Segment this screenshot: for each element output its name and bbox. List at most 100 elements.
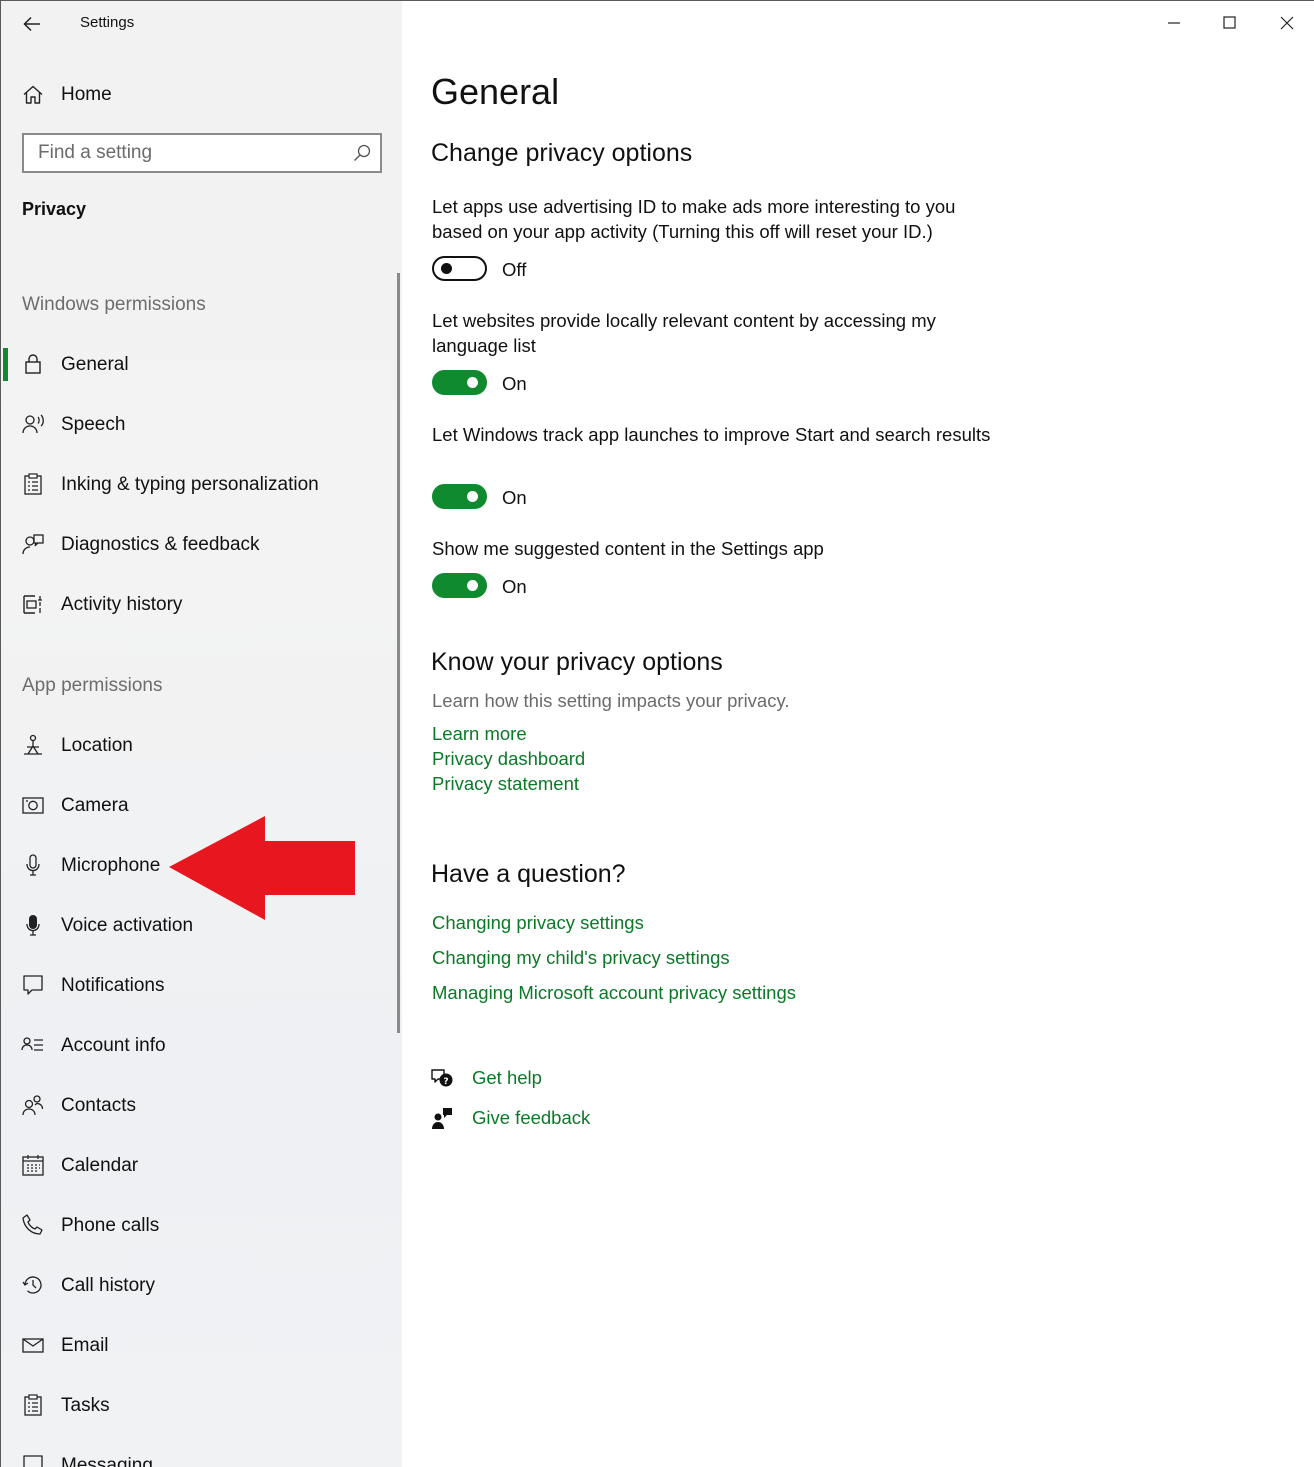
changing-privacy-settings-link[interactable]: Changing privacy settings: [432, 912, 644, 934]
minimize-icon: [1168, 22, 1180, 24]
close-icon: [1280, 16, 1294, 30]
search-icon[interactable]: [352, 143, 372, 163]
sidebar-item-label: Activity history: [61, 594, 183, 615]
activity-history-icon: [23, 595, 42, 614]
sidebar-item-label: Diagnostics & feedback: [61, 534, 260, 555]
clipboard-icon: [24, 473, 42, 495]
sidebar-item-call-history[interactable]: Call history: [1, 1261, 397, 1311]
know-privacy-header: Know your privacy options: [431, 648, 723, 676]
svg-text:?: ?: [443, 1077, 448, 1087]
toggle-state-label: On: [502, 373, 527, 394]
sidebar-item-label: Microphone: [61, 855, 161, 876]
give-feedback-label: Give feedback: [472, 1107, 591, 1128]
change-privacy-header: Change privacy options: [431, 139, 693, 167]
app-permissions-header: App permissions: [22, 675, 163, 696]
notifications-icon: [23, 975, 43, 995]
home-label: Home: [61, 84, 112, 105]
messaging-icon: [23, 1455, 43, 1467]
voice-activation-icon: [26, 915, 40, 936]
sidebar-item-speech[interactable]: Speech: [1, 400, 397, 450]
sidebar-item-notifications[interactable]: Notifications: [1, 961, 397, 1011]
language-list-toggle[interactable]: [432, 370, 487, 395]
search-input[interactable]: [24, 135, 344, 171]
settings-window: Settings Home Privacy Windows permission…: [0, 0, 1314, 1467]
sidebar-item-account-info[interactable]: Account info: [1, 1021, 397, 1071]
calendar-icon: [22, 1155, 44, 1176]
microphone-icon: [26, 854, 40, 876]
sidebar-item-diagnostics[interactable]: Diagnostics & feedback: [1, 520, 397, 570]
sidebar-item-activity-history[interactable]: Activity history: [1, 580, 397, 630]
call-history-icon: [22, 1276, 42, 1294]
toggle-state-label: Off: [502, 259, 527, 280]
sidebar-item-label: Location: [61, 735, 133, 756]
sidebar-item-label: Speech: [61, 414, 126, 435]
windows-permissions-header: Windows permissions: [22, 294, 206, 315]
page-title: General: [431, 71, 560, 112]
sidebar-item-label: Contacts: [61, 1095, 136, 1116]
give-feedback-icon: [432, 1108, 452, 1129]
title-bar: Settings: [1, 1, 402, 46]
sidebar-item-email[interactable]: Email: [1, 1321, 397, 1371]
contacts-icon: [22, 1095, 44, 1116]
setting-description: Show me suggested content in the Setting…: [432, 538, 824, 559]
sidebar-item-label: Phone calls: [61, 1215, 160, 1236]
sidebar: Settings Home Privacy Windows permission…: [1, 1, 402, 1467]
camera-icon: [22, 797, 44, 814]
get-help-label: Get help: [472, 1067, 542, 1088]
toggle-knob: [467, 491, 478, 502]
sidebar-item-label: Call history: [61, 1275, 155, 1296]
setting-description: Let Windows track app launches to improv…: [432, 424, 991, 445]
sidebar-item-label: Calendar: [61, 1155, 139, 1176]
question-header: Have a question?: [431, 860, 626, 888]
sidebar-item-label: Notifications: [61, 975, 165, 996]
toggle-knob: [467, 580, 478, 591]
privacy-dashboard-link[interactable]: Privacy dashboard: [432, 748, 585, 770]
sidebar-item-label: Camera: [61, 795, 129, 816]
sidebar-item-location[interactable]: Location: [1, 721, 397, 771]
account-info-icon: [21, 1037, 43, 1051]
location-icon: [24, 734, 42, 755]
sidebar-item-inking-typing[interactable]: Inking & typing personalization: [1, 460, 397, 510]
back-arrow-icon: [23, 16, 40, 32]
sidebar-item-tasks[interactable]: Tasks: [1, 1381, 397, 1431]
sidebar-item-general[interactable]: General: [1, 340, 397, 390]
sidebar-item-messaging[interactable]: Messaging: [1, 1441, 397, 1467]
sidebar-item-contacts[interactable]: Contacts: [1, 1081, 397, 1131]
search-box[interactable]: [22, 133, 382, 173]
sidebar-scrollbar[interactable]: [397, 273, 400, 1033]
sidebar-item-phone-calls[interactable]: Phone calls: [1, 1201, 397, 1251]
phone-icon: [22, 1214, 43, 1235]
sidebar-item-label: Tasks: [61, 1395, 110, 1416]
tasks-icon: [24, 1394, 42, 1416]
microsoft-account-privacy-link[interactable]: Managing Microsoft account privacy setti…: [432, 982, 796, 1004]
sidebar-item-calendar[interactable]: Calendar: [1, 1141, 397, 1191]
sidebar-item-label: Messaging: [61, 1455, 153, 1467]
sidebar-item-label: Account info: [61, 1035, 166, 1056]
minimize-button[interactable]: [1146, 1, 1202, 45]
app-launch-tracking-toggle[interactable]: [432, 484, 487, 509]
lock-icon: [25, 354, 41, 374]
setting-description: Let websites provide locally relevant co…: [432, 310, 936, 356]
toggle-knob: [467, 377, 478, 388]
toggle-state-label: On: [502, 576, 527, 597]
toggle-state-label: On: [502, 487, 527, 508]
app-title: Settings: [80, 14, 135, 31]
section-title: Privacy: [22, 199, 87, 219]
close-button[interactable]: [1259, 1, 1314, 45]
maximize-icon: [1223, 16, 1236, 29]
maximize-button[interactable]: [1202, 1, 1258, 45]
learn-more-link[interactable]: Learn more: [432, 723, 527, 745]
know-privacy-description: Learn how this setting impacts your priv…: [432, 690, 790, 711]
sidebar-item-label: Inking & typing personalization: [61, 474, 319, 495]
toggle-knob: [441, 263, 452, 274]
child-privacy-settings-link[interactable]: Changing my child's privacy settings: [432, 947, 730, 969]
privacy-statement-link[interactable]: Privacy statement: [432, 773, 579, 795]
home-icon: [23, 85, 43, 104]
back-button[interactable]: [15, 9, 49, 39]
home-nav-item[interactable]: Home: [1, 75, 402, 115]
diagnostics-icon: [22, 534, 44, 555]
suggested-content-toggle[interactable]: [432, 573, 487, 598]
advertising-id-toggle[interactable]: [432, 256, 487, 281]
get-help-icon: ?: [431, 1069, 453, 1087]
annotation-red-arrow: [169, 816, 355, 920]
